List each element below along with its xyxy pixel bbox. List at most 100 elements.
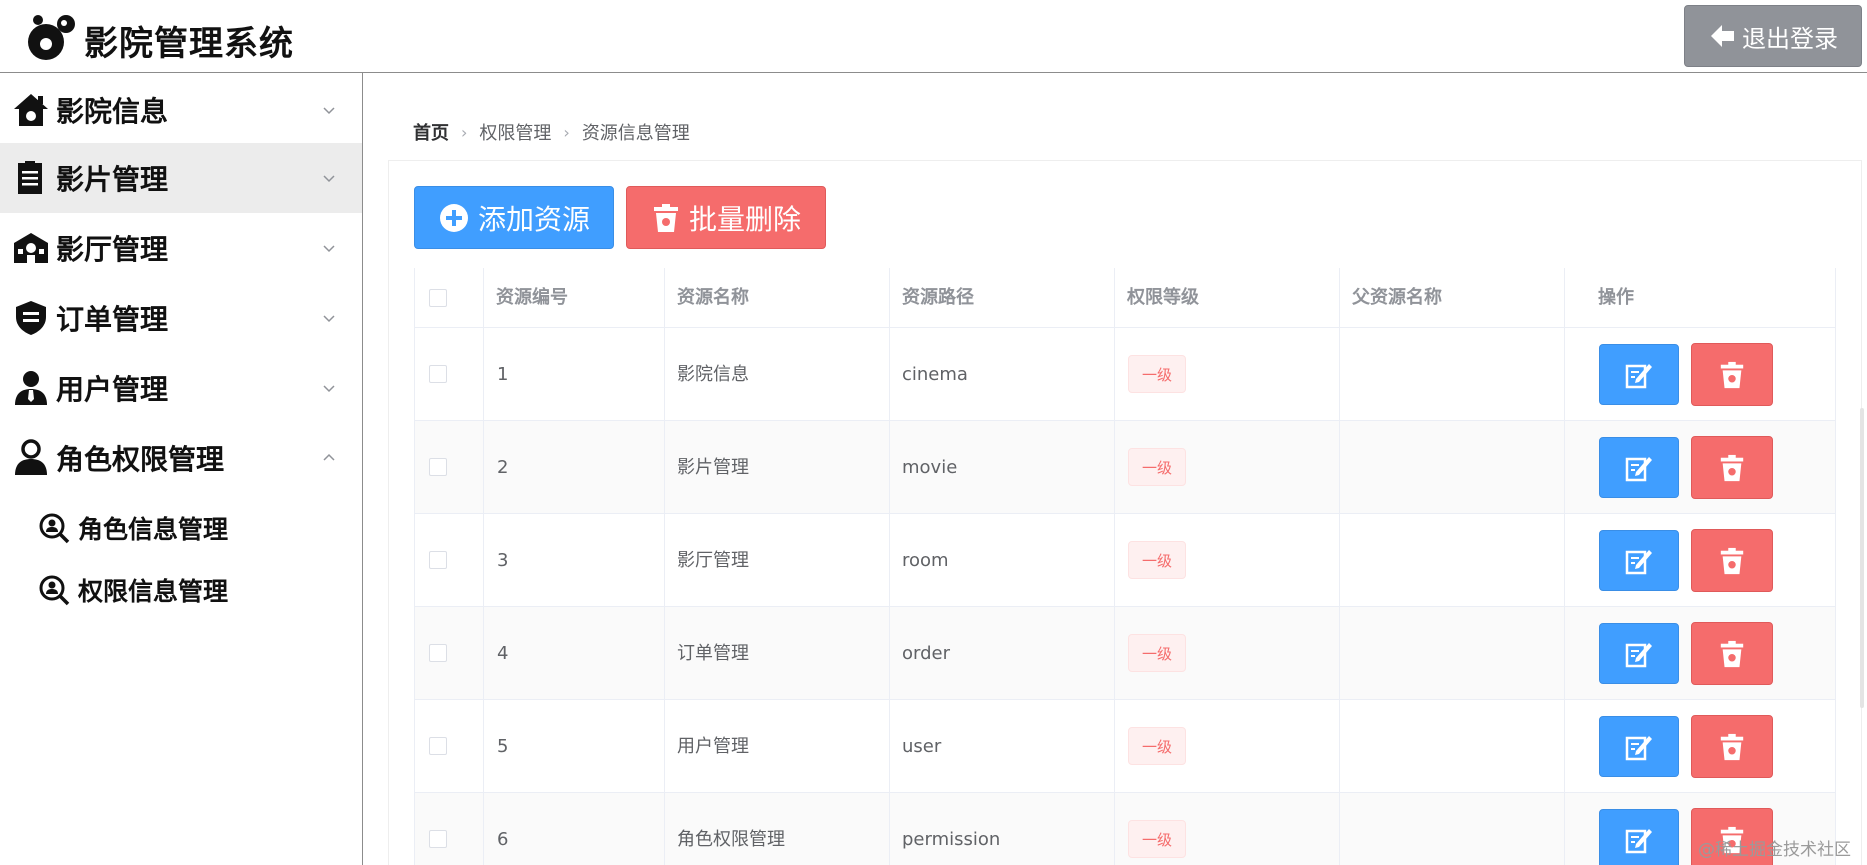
select-all-checkbox[interactable] [429,289,447,307]
table-row: 2 影片管理 movie 一级 [414,421,1836,514]
resource-table: 资源编号 资源名称 资源路径 权限等级 父资源名称 操作 1 影院信息 cine… [414,268,1836,865]
search-user-icon [39,575,70,606]
edit-button[interactable] [1599,716,1679,777]
breadcrumb-home[interactable]: 首页 [413,119,449,145]
batch-delete-label: 批量删除 [688,202,801,236]
row-checkbox[interactable] [429,830,447,848]
delete-button[interactable] [1691,622,1773,685]
trash-icon [1720,640,1744,667]
table-row: 1 影院信息 cinema 一级 [414,328,1836,421]
delete-button[interactable] [1691,715,1773,778]
cell-id: 6 [497,829,509,850]
level-tag: 一级 [1128,727,1186,765]
edit-button[interactable] [1599,530,1679,591]
add-resource-button[interactable]: 添加资源 [414,186,614,249]
edit-button[interactable] [1599,344,1679,405]
scrollbar-thumb[interactable] [1860,408,1864,708]
delete-button[interactable] [1691,529,1773,592]
sidebar-item-label: 影院信息 [56,95,169,128]
column-header-name: 资源名称 [677,287,749,308]
cell-name: 角色权限管理 [677,829,785,850]
cell-id: 3 [497,550,509,571]
row-checkbox[interactable] [429,737,447,755]
shield-icon [16,301,46,335]
trash-icon [1720,454,1744,481]
sidebar-item-movie[interactable]: 影片管理 [0,143,362,213]
table-row: 5 用户管理 user 一级 [414,700,1836,793]
add-resource-label: 添加资源 [477,202,590,236]
row-checkbox[interactable] [429,458,447,476]
sidebar-subitem-label: 权限信息管理 [78,577,229,606]
logo-icon [28,15,75,60]
trash-icon [1720,547,1744,574]
cell-path: room [902,550,949,571]
cell-name: 影片管理 [677,457,749,478]
cell-id: 4 [497,643,509,664]
level-tag: 一级 [1128,355,1186,393]
chevron-down-icon [323,175,335,183]
logout-button[interactable]: 退出登录 [1684,5,1862,67]
row-checkbox[interactable] [429,365,447,383]
column-header-id: 资源编号 [496,287,568,308]
house-icon [14,94,48,126]
cell-id: 1 [497,364,509,385]
level-tag: 一级 [1128,541,1186,579]
trash-icon [1720,733,1744,760]
edit-button[interactable] [1599,809,1679,865]
edit-icon [1625,549,1652,574]
delete-button[interactable] [1691,436,1773,499]
arrow-left-icon [1711,25,1734,47]
chevron-down-icon [323,107,335,115]
edit-icon [1625,828,1652,853]
cell-name: 影厅管理 [677,550,749,571]
batch-delete-button[interactable]: 批量删除 [626,186,826,249]
column-divider [1114,268,1115,865]
breadcrumb: 首页 › 权限管理 › 资源信息管理 [413,119,690,145]
chevron-right-icon: › [461,122,468,142]
table-header: 资源编号 资源名称 资源路径 权限等级 父资源名称 操作 [414,268,1836,328]
sidebar-item-cinema-info[interactable]: 影院信息 [0,75,362,145]
delete-button[interactable] [1691,343,1773,406]
row-checkbox[interactable] [429,644,447,662]
table-row: 6 角色权限管理 permission 一级 [414,793,1836,865]
edit-button[interactable] [1599,437,1679,498]
cell-path: permission [902,829,1001,850]
column-header-actions: 操作 [1598,287,1634,308]
cell-path: cinema [902,364,968,385]
edit-icon [1625,363,1652,388]
cell-name: 影院信息 [677,364,749,385]
cell-path: user [902,736,942,757]
edit-button[interactable] [1599,623,1679,684]
sidebar-item-label: 订单管理 [56,303,169,336]
cell-path: movie [902,457,958,478]
sidebar-item-label: 影厅管理 [56,233,169,266]
sidebar-subitem-label: 角色信息管理 [78,515,229,544]
trash-icon [653,203,678,232]
chevron-up-icon [323,453,335,461]
sidebar-item-hall[interactable]: 影厅管理 [0,213,362,283]
cell-path: order [902,643,950,664]
building-icon [14,233,48,263]
table-border [1835,268,1836,865]
edit-icon [1625,456,1652,481]
level-tag: 一级 [1128,634,1186,672]
sidebar-subitem-role-info[interactable]: 角色信息管理 [0,498,362,558]
breadcrumb-resource: 资源信息管理 [581,123,690,144]
row-checkbox[interactable] [429,551,447,569]
sidebar-subitem-permission-info[interactable]: 权限信息管理 [0,560,362,620]
column-divider [664,268,665,865]
table-row: 4 订单管理 order 一级 [414,607,1836,700]
column-header-path: 资源路径 [902,287,974,308]
search-user-icon [39,513,70,544]
logout-label: 退出登录 [1742,24,1838,53]
chevron-down-icon [323,245,335,253]
edit-icon [1625,642,1652,667]
sidebar-item-label: 角色权限管理 [56,443,225,476]
sidebar-item-user[interactable]: 用户管理 [0,353,362,423]
sidebar-item-role-permission[interactable]: 角色权限管理 [0,423,362,493]
user-icon [15,439,47,475]
sidebar-item-order[interactable]: 订单管理 [0,283,362,353]
table-border [414,268,415,865]
breadcrumb-permission: 权限管理 [479,123,552,144]
chevron-down-icon [323,385,335,393]
